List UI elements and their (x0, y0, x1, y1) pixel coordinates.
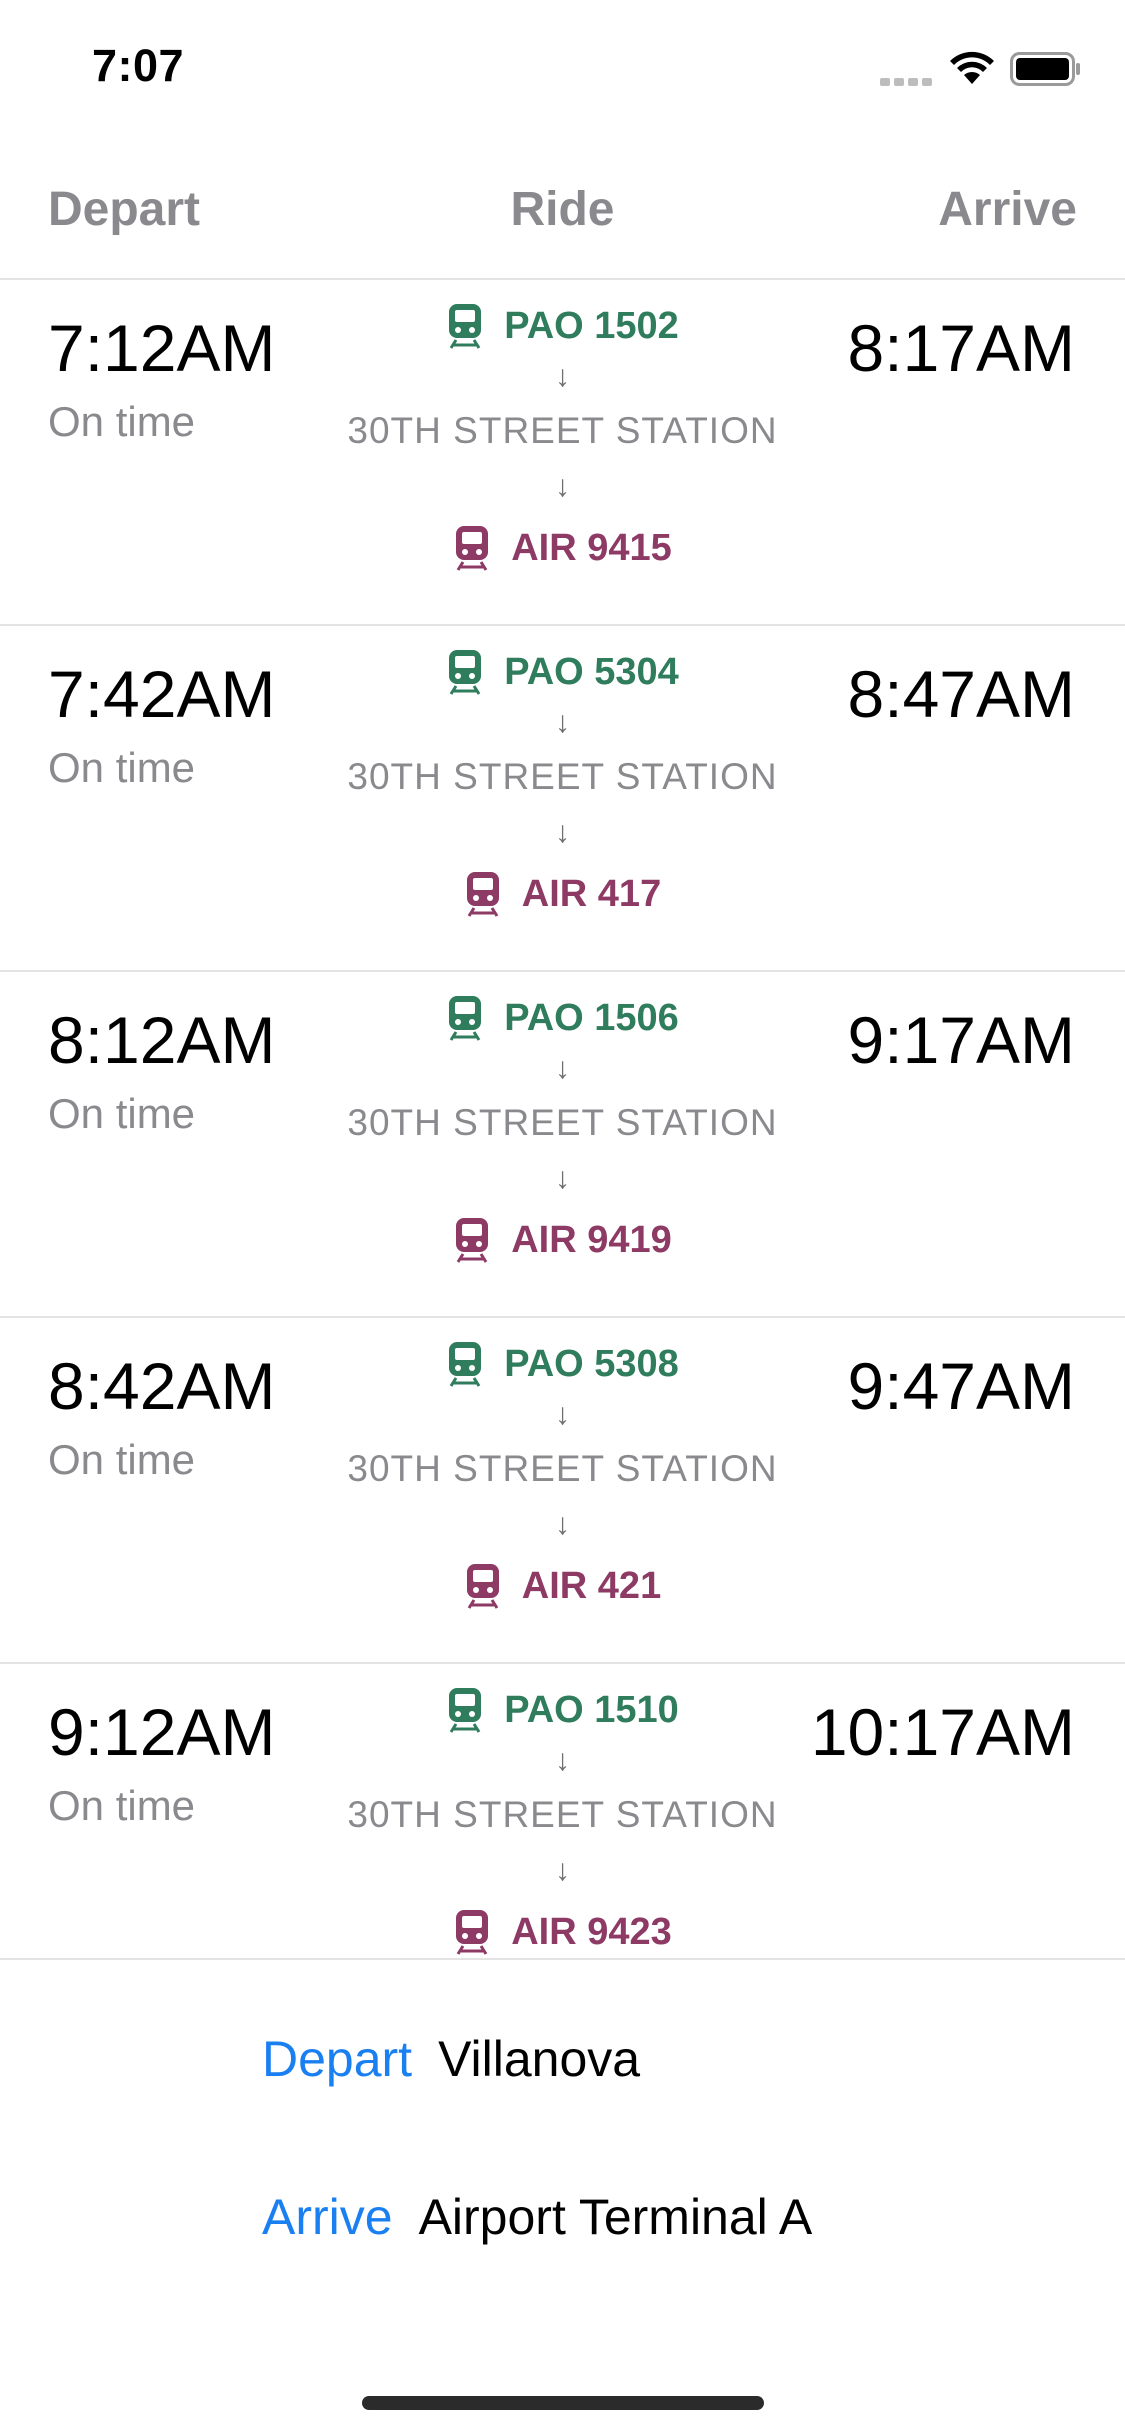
leg-2: AIR 421 (300, 1562, 825, 1610)
leg-2-label: AIR 417 (521, 872, 662, 915)
trip-row[interactable]: 8:12AM On time PAO 1506 ↓ 30TH STREET ST… (0, 972, 1125, 1318)
transfer-station: 30TH STREET STATION (347, 1102, 778, 1143)
train-icon (456, 1910, 489, 1955)
leg-2-label: AIR 9415 (511, 526, 672, 569)
trip-list[interactable]: 7:12AM On time PAO 1502 ↓ 30TH STREET ST… (0, 280, 1125, 1958)
train-icon (466, 1564, 499, 1609)
battery-icon (1010, 52, 1080, 86)
leg-1: PAO 5304 (300, 648, 825, 696)
depart-time: 9:12AM (48, 1695, 276, 1769)
arrow-down-icon: ↓ (555, 470, 570, 503)
arrive-station-value[interactable]: Airport Terminal A (419, 2188, 813, 2246)
leg-2: AIR 9415 (300, 524, 825, 572)
arrow-down-icon: ↓ (555, 1744, 570, 1777)
leg-1: PAO 5308 (300, 1340, 825, 1388)
arrive-time: 10:17AM (810, 1695, 1075, 1769)
train-icon (456, 1218, 489, 1263)
depart-station-selector[interactable]: Depart Villanova (262, 2030, 640, 2088)
transfer-station: 30TH STREET STATION (347, 1448, 778, 1489)
screen: 7:07 Depart Ride Arrive 7:12AM On time P… (0, 0, 1125, 2436)
depart-time: 8:42AM (48, 1349, 276, 1423)
leg-1-label: PAO 5308 (504, 1342, 679, 1385)
ride-details: PAO 5308 ↓ 30TH STREET STATION ↓ AIR 421 (300, 1340, 825, 1640)
leg-1-label: PAO 1502 (504, 304, 679, 347)
column-header-row: Depart Ride Arrive (0, 170, 1125, 280)
leg-2: AIR 9423 (300, 1908, 825, 1956)
transfer-station: 30TH STREET STATION (347, 410, 778, 451)
train-icon (449, 304, 482, 349)
leg-2-label: AIR 9423 (511, 1910, 672, 1953)
train-icon (449, 996, 482, 1041)
leg-2-label: AIR 421 (521, 1564, 662, 1607)
arrive-time: 8:17AM (847, 311, 1075, 385)
transfer-station: 30TH STREET STATION (347, 1794, 778, 1835)
train-icon (449, 650, 482, 695)
trip-status: On time (48, 1090, 196, 1137)
trip-row[interactable]: 7:42AM On time PAO 5304 ↓ 30TH STREET ST… (0, 626, 1125, 972)
leg-1-label: PAO 1510 (504, 1688, 679, 1731)
arrow-down-icon: ↓ (555, 816, 570, 849)
arrow-down-icon: ↓ (555, 1854, 570, 1887)
arrow-down-icon: ↓ (555, 360, 570, 393)
arrive-label[interactable]: Arrive (262, 2188, 393, 2246)
depart-time: 7:12AM (48, 311, 276, 385)
train-icon (456, 526, 489, 571)
leg-2: AIR 9419 (300, 1216, 825, 1264)
leg-1: PAO 1502 (300, 302, 825, 350)
train-icon (466, 872, 499, 917)
home-indicator[interactable] (362, 2396, 764, 2410)
trip-row[interactable]: 9:12AM On time PAO 1510 ↓ 30TH STREET ST… (0, 1664, 1125, 1958)
arrow-down-icon: ↓ (555, 1162, 570, 1195)
ride-details: PAO 1510 ↓ 30TH STREET STATION ↓ AIR 942… (300, 1686, 825, 1958)
arrow-down-icon: ↓ (555, 1508, 570, 1541)
trip-status: On time (48, 1436, 196, 1483)
arrive-time: 9:17AM (847, 1003, 1075, 1077)
station-picker-panel: Depart Villanova Arrive Airport Terminal… (0, 1958, 1125, 2436)
depart-label[interactable]: Depart (262, 2030, 412, 2088)
arrive-time: 8:47AM (847, 657, 1075, 731)
leg-1: PAO 1510 (300, 1686, 825, 1734)
ride-details: PAO 5304 ↓ 30TH STREET STATION ↓ AIR 417 (300, 648, 825, 948)
leg-1-label: PAO 5304 (504, 650, 679, 693)
leg-1: PAO 1506 (300, 994, 825, 1042)
leg-2-label: AIR 9419 (511, 1218, 672, 1261)
leg-1-label: PAO 1506 (504, 996, 679, 1039)
ride-details: PAO 1502 ↓ 30TH STREET STATION ↓ AIR 941… (300, 302, 825, 602)
trip-row[interactable]: 7:12AM On time PAO 1502 ↓ 30TH STREET ST… (0, 280, 1125, 626)
arrive-station-selector[interactable]: Arrive Airport Terminal A (262, 2188, 812, 2246)
status-time: 7:07 (92, 40, 185, 91)
arrive-time: 9:47AM (847, 1349, 1075, 1423)
arrow-down-icon: ↓ (555, 1398, 570, 1431)
trip-status: On time (48, 1782, 196, 1829)
signal-dots-icon (880, 74, 936, 86)
wifi-icon (950, 51, 994, 84)
train-icon (449, 1342, 482, 1387)
arrow-down-icon: ↓ (555, 706, 570, 739)
header-arrive: Arrive (938, 183, 1077, 236)
arrow-down-icon: ↓ (555, 1052, 570, 1085)
train-icon (449, 1688, 482, 1733)
ride-details: PAO 1506 ↓ 30TH STREET STATION ↓ AIR 941… (300, 994, 825, 1294)
trip-status: On time (48, 398, 196, 445)
depart-time: 7:42AM (48, 657, 276, 731)
trip-row[interactable]: 8:42AM On time PAO 5308 ↓ 30TH STREET ST… (0, 1318, 1125, 1664)
trip-status: On time (48, 744, 196, 791)
leg-2: AIR 417 (300, 870, 825, 918)
depart-time: 8:12AM (48, 1003, 276, 1077)
depart-station-value[interactable]: Villanova (438, 2030, 640, 2088)
status-bar: 7:07 (0, 0, 1125, 140)
transfer-station: 30TH STREET STATION (347, 756, 778, 797)
